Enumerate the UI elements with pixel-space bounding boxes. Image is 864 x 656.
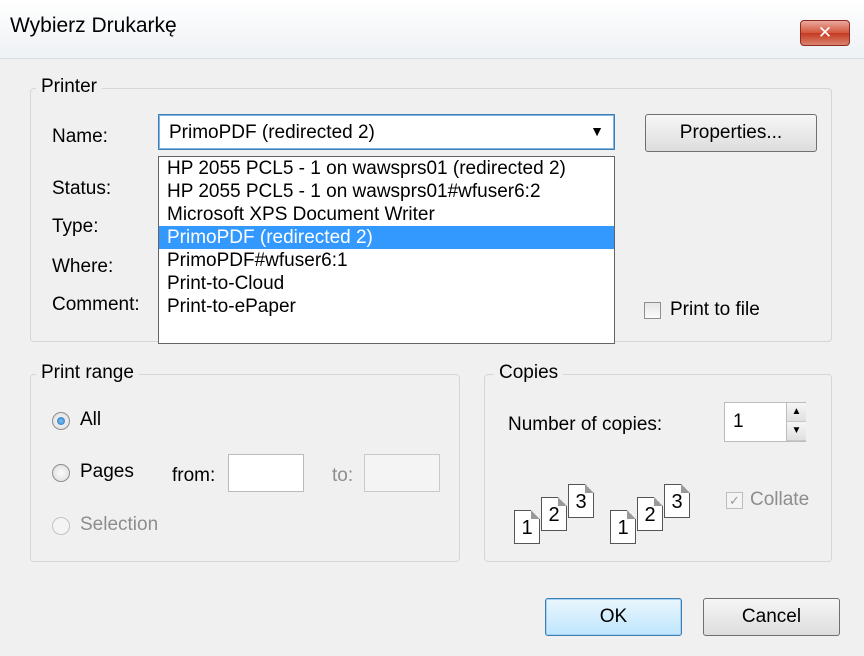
ok-button[interactable]: OK (545, 598, 682, 636)
collate-page-icon: 1 (610, 510, 636, 544)
printer-option[interactable]: HP 2055 PCL5 - 1 on wawsprs01#wfuser6:2 (159, 180, 614, 203)
collate-page-number: 2 (644, 504, 656, 526)
title-bar[interactable]: Wybierz Drukarkę ✕ (0, 0, 864, 59)
print-range-legend: Print range (36, 362, 139, 384)
print-range-selection-radio[interactable] (52, 517, 70, 535)
name-label: Name: (52, 126, 108, 147)
to-page-input[interactable] (364, 454, 440, 492)
print-to-file-checkbox[interactable] (644, 302, 661, 319)
print-range-selection-label: Selection (80, 514, 159, 535)
where-label: Where: (52, 256, 114, 277)
cancel-button-label: Cancel (741, 606, 802, 627)
spin-up-icon[interactable]: ▲ (787, 403, 806, 422)
printer-option[interactable]: HP 2055 PCL5 - 1 on wawsprs01 (redirecte… (159, 157, 614, 180)
chevron-down-icon: ▼ (590, 123, 604, 139)
collate-page-icon: 2 (541, 497, 567, 531)
printer-option[interactable]: PrimoPDF#wfuser6:1 (159, 249, 614, 272)
print-range-pages-radio[interactable] (52, 464, 70, 482)
collate-page-icon: 2 (637, 497, 663, 531)
copies-spinner[interactable]: ▲ ▼ (786, 403, 806, 441)
print-range-pages-label[interactable]: Pages (80, 461, 134, 483)
printer-option[interactable]: PrimoPDF (redirected 2) (159, 226, 614, 249)
print-range-all-label[interactable]: All (80, 409, 101, 431)
comment-label: Comment: (52, 294, 140, 315)
radio-dot (57, 417, 65, 425)
to-label: to: (332, 465, 354, 486)
print-dialog: Wybierz Drukarkę ✕ Printer Name: Status:… (0, 0, 864, 656)
collate-checkbox[interactable]: ✓ (726, 492, 743, 509)
number-of-copies-value: 1 (733, 411, 744, 432)
dialog-title: Wybierz Drukarkę (10, 14, 177, 37)
collate-page-number: 3 (575, 491, 587, 513)
collate-page-icon: 1 (514, 510, 540, 544)
properties-button-label: Properties... (679, 122, 783, 143)
from-label: from: (172, 465, 216, 486)
collate-page-icon: 3 (664, 484, 690, 518)
status-label: Status: (52, 178, 112, 199)
number-of-copies-label: Number of copies: (508, 414, 663, 435)
collate-page-number: 1 (521, 517, 533, 539)
printer-group-legend: Printer (36, 76, 102, 98)
collate-page-icon: 3 (568, 484, 594, 518)
printer-name-value: PrimoPDF (redirected 2) (169, 122, 375, 143)
collate-page-number: 2 (548, 504, 560, 526)
print-range-all-radio[interactable] (52, 412, 70, 430)
type-label: Type: (52, 216, 99, 237)
collate-label: Collate (750, 489, 810, 510)
ok-button-label: OK (599, 606, 628, 627)
printer-option[interactable]: Print-to-Cloud (159, 272, 614, 295)
close-button[interactable]: ✕ (800, 20, 850, 46)
printer-name-select[interactable]: PrimoPDF (redirected 2) ▼ (158, 114, 615, 150)
printer-dropdown-list[interactable]: HP 2055 PCL5 - 1 on wawsprs01 (redirecte… (158, 156, 615, 344)
properties-button[interactable]: Properties... (645, 114, 817, 152)
spin-down-icon[interactable]: ▼ (787, 422, 806, 441)
collate-page-number: 1 (617, 517, 629, 539)
close-icon: ✕ (817, 23, 833, 42)
printer-option[interactable]: Microsoft XPS Document Writer (159, 203, 614, 226)
from-page-input[interactable] (228, 454, 304, 492)
collate-page-number: 3 (671, 491, 683, 513)
printer-option[interactable]: Print-to-ePaper (159, 295, 614, 318)
print-to-file-label[interactable]: Print to file (670, 299, 760, 321)
cancel-button[interactable]: Cancel (703, 598, 840, 636)
copies-legend: Copies (494, 362, 564, 384)
